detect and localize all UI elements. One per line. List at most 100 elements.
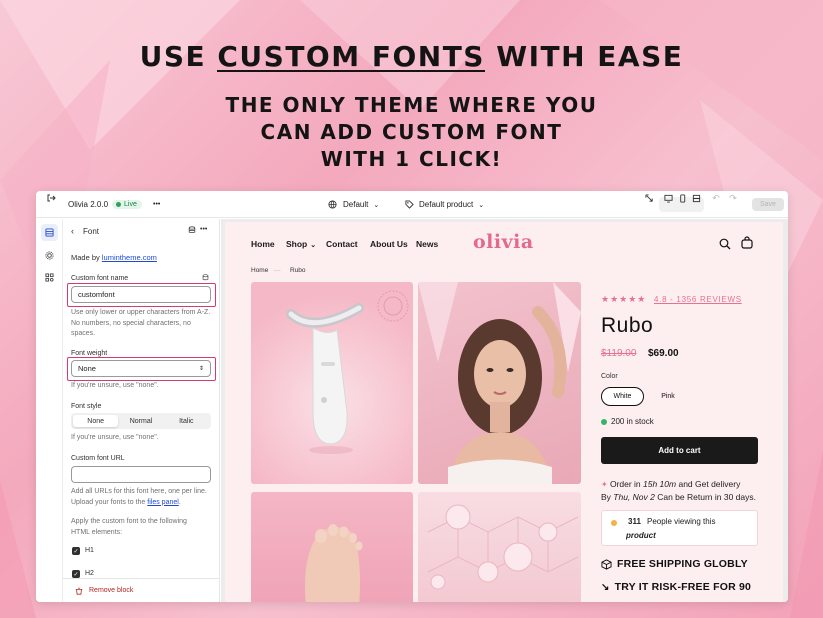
cart-bag-icon[interactable] [741, 236, 753, 254]
nav-home[interactable]: Home [251, 239, 275, 249]
hero-subtitle-line-2: can add custom font [260, 120, 563, 144]
theme-editor-window: Olivia 2.0.0 Live ••• Default ⌄ Default … [36, 191, 788, 602]
nav-about-us[interactable]: About Us [370, 239, 408, 249]
product-image-molecules[interactable] [418, 492, 581, 602]
color-label: Color [601, 373, 618, 380]
fullscreen-icon[interactable] [689, 191, 703, 205]
save-button[interactable]: Save [752, 191, 784, 218]
search-icon[interactable] [719, 237, 731, 255]
apply-elements-hint: Apply the custom font to the following H… [71, 518, 187, 536]
color-option-pink[interactable]: Pink [650, 387, 686, 406]
remove-block-button[interactable]: Remove block [63, 578, 219, 602]
product-image-model[interactable] [418, 282, 581, 484]
inspector-icon[interactable] [642, 191, 656, 205]
hero-subtitle-line-3: with 1 click! [320, 147, 503, 171]
feature-risk-free: ↘ TRY IT RISK-FREE FOR 90 [601, 581, 752, 593]
font-style-label: Font style [71, 403, 102, 410]
dynamic-source-icon[interactable] [202, 274, 209, 283]
storefront: Home Shop ⌄ Contact About Us News olivia … [225, 222, 783, 602]
custom-font-url-hint: Add all URLs for this font here, one per… [71, 488, 207, 506]
block-settings-panel: ‹ Font ••• Made by lumintheme.com Custom… [63, 219, 220, 602]
apps-icon[interactable] [41, 269, 58, 286]
chevron-down-icon: ⌄ [310, 242, 317, 249]
highlight-box-font-name [67, 283, 216, 307]
live-viewers-box: 311 People viewing this product [601, 510, 758, 546]
nav-news[interactable]: News [416, 239, 438, 249]
save-button-label: Save [752, 198, 784, 211]
product-image-device[interactable] [251, 282, 413, 484]
custom-font-url-label: Custom font URL [71, 455, 125, 462]
mobile-view-icon[interactable] [675, 191, 689, 205]
viewers-item: product [626, 531, 656, 540]
viewers-dot-icon [611, 520, 617, 526]
viewers-count: 311 [628, 517, 641, 526]
color-option-white[interactable]: White [601, 387, 644, 406]
more-actions-button[interactable]: ••• [153, 191, 160, 218]
chevron-down-icon: ⌄ [478, 201, 485, 209]
panel-more-button[interactable]: ••• [200, 226, 207, 233]
settings-gear-icon[interactable] [41, 247, 58, 264]
remove-block-label: Remove block [89, 587, 134, 594]
breadcrumb-separator: — [274, 267, 281, 274]
font-weight-hint: If you're unsure, use "none". [71, 382, 159, 389]
trash-icon [75, 587, 83, 595]
editor-left-rail [36, 219, 63, 602]
undo-icon[interactable]: ↶ [709, 191, 723, 205]
theme-selector-label: Default [343, 200, 369, 209]
chevron-down-icon: ⌄ [373, 201, 380, 209]
panel-title: Font [83, 227, 100, 236]
font-style-option-normal[interactable]: Normal [118, 415, 163, 427]
store-preview-frame: Home Shop ⌄ Contact About Us News olivia … [221, 219, 788, 602]
sections-icon[interactable] [41, 224, 58, 241]
box-icon [601, 558, 612, 570]
rating-stars: ★★★★★ [601, 294, 647, 304]
sale-price: $69.00 [648, 348, 679, 359]
theme-selector[interactable]: Default ⌄ [328, 191, 379, 218]
checkbox-h1-label: H1 [85, 547, 94, 554]
custom-font-url-input[interactable] [71, 466, 211, 483]
tag-icon [405, 200, 414, 209]
font-style-option-none[interactable]: None [73, 415, 119, 427]
files-panel-link[interactable]: files panel [147, 499, 179, 506]
breadcrumb-current: Rubo [290, 267, 306, 274]
exit-icon[interactable] [44, 191, 58, 205]
feature-free-shipping: FREE SHIPPING GLOBLY [601, 558, 748, 570]
delivery-estimate: ✦ Order in 15h 10m and Get delivery By T… [601, 479, 756, 502]
viewers-text: People viewing this [647, 517, 716, 526]
checkbox-h1[interactable]: ✓ [72, 547, 80, 555]
checkbox-h2[interactable]: ✓ [72, 570, 80, 578]
status-badge: Live [106, 191, 142, 218]
in-stock-dot-icon [601, 418, 607, 425]
compare-at-price: $119.00 [601, 348, 637, 359]
live-dot-icon [116, 202, 121, 207]
store-logo[interactable]: olivia [473, 231, 534, 253]
custom-font-name-label: Custom font name [71, 275, 129, 282]
app-name: Olivia 2.0.0 [68, 200, 109, 209]
database-icon[interactable] [188, 226, 196, 236]
hero-subtitle-line-1: The only theme where you [225, 93, 598, 117]
font-style-option-italic[interactable]: Italic [164, 415, 209, 427]
custom-font-name-hint: Use only lower or upper characters from … [71, 309, 211, 337]
template-selector[interactable]: Default product ⌄ [405, 191, 484, 218]
made-by-text: Made by lumintheme.com [71, 253, 157, 262]
nav-contact[interactable]: Contact [326, 239, 358, 249]
font-weight-label: Font weight [71, 350, 108, 357]
highlight-box-font-weight [67, 357, 216, 381]
redo-icon[interactable]: ↷ [726, 191, 740, 205]
product-image-feet[interactable] [251, 492, 413, 602]
sparkle-icon: ✦ [601, 480, 610, 489]
hero-title-underlined: custom fonts [217, 40, 485, 73]
breadcrumb-home[interactable]: Home [251, 267, 268, 274]
add-to-cart-button[interactable]: Add to cart [601, 437, 758, 464]
made-by-link[interactable]: lumintheme.com [102, 253, 157, 262]
checkbox-h2-label: H2 [85, 570, 94, 577]
reviews-link[interactable]: 4.8 - 1356 REVIEWS [654, 295, 742, 304]
desktop-view-icon[interactable] [661, 191, 675, 205]
back-arrow-icon[interactable]: ‹ [71, 226, 74, 236]
nav-shop[interactable]: Shop ⌄ [286, 239, 316, 249]
template-selector-label: Default product [419, 200, 474, 209]
font-style-hint: If you're unsure, use "none". [71, 434, 159, 441]
hero-title: Use custom fonts with ease [139, 40, 684, 73]
arrow-icon: ↘ [601, 581, 610, 593]
stock-status: 200 in stock [601, 417, 654, 426]
